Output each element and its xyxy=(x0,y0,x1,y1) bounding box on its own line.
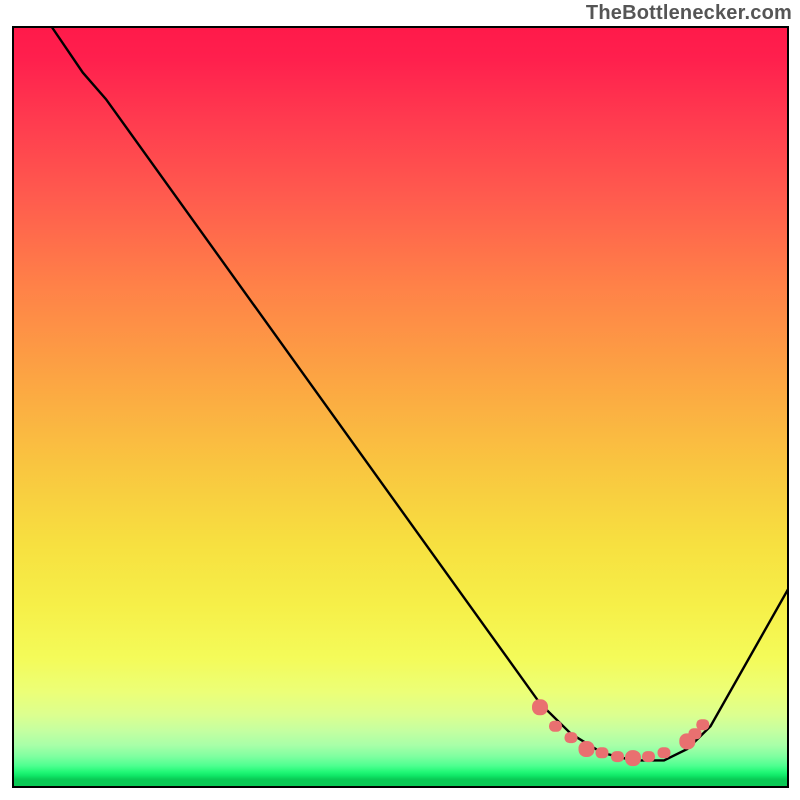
curve-marker xyxy=(625,750,641,766)
curve-marker xyxy=(696,719,709,730)
curve-marker xyxy=(642,751,655,762)
curve-marker xyxy=(658,747,671,758)
curve-marker xyxy=(532,699,548,715)
curve-marker xyxy=(611,751,624,762)
bottleneck-curve-chart xyxy=(0,0,800,800)
curve-marker xyxy=(549,721,562,732)
curve-marker xyxy=(565,732,578,743)
curve-marker xyxy=(689,728,702,739)
chart-container: TheBottlenecker.com xyxy=(0,0,800,800)
curve-marker xyxy=(596,747,609,758)
plot-background xyxy=(13,27,788,787)
watermark-text: TheBottlenecker.com xyxy=(586,2,792,25)
curve-marker xyxy=(579,741,595,757)
